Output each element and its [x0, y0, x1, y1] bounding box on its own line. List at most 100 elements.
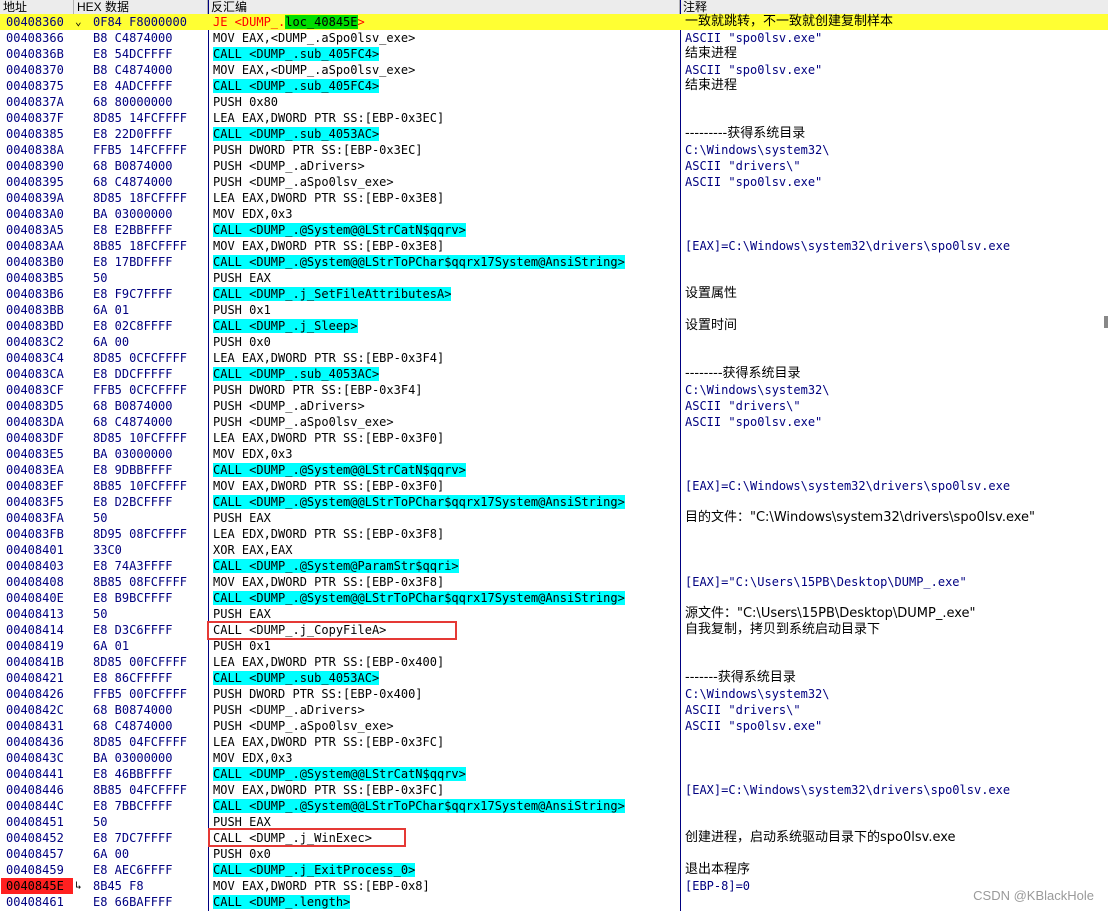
disasm-row[interactable]: 004083C2 6A 00 PUSH 0x0: [0, 334, 1108, 350]
disasm-row[interactable]: 00408431 68 C4874000 PUSH <DUMP_.aSpo0lsv_…: [0, 718, 1108, 734]
row-comment: C:\Windows\system32\: [685, 687, 830, 701]
disasm-row[interactable]: 00408451 50 PUSH EAX: [0, 814, 1108, 830]
row-hex-bytes: 8D85 00FCFFFF: [93, 655, 187, 669]
instruction-segment[interactable]: CALL <DUMP_.@System@@LStrCatN$qqrv>: [213, 223, 466, 237]
disasm-row[interactable]: 004083FA 50 PUSH EAX 目的文件："C:\Windows\syste…: [0, 510, 1108, 526]
disasm-row[interactable]: 004083CA E8 DDCFFFFF CALL <DUMP_.sub_4053A…: [0, 366, 1108, 382]
disasm-row[interactable]: 00408390 68 B0874000 PUSH <DUMP_.aDrivers>…: [0, 158, 1108, 174]
row-hex-bytes: E8 54DCFFFF: [93, 47, 173, 61]
column-header-disassembly[interactable]: 反汇编: [208, 0, 680, 14]
instruction-segment[interactable]: CALL <DUMP_.sub_4053AC>: [213, 367, 380, 381]
instruction-segment: PUSH EAX: [213, 607, 271, 621]
disasm-row[interactable]: 0040838A FFB5 14FCFFFF PUSH DWORD PTR SS:[…: [0, 142, 1108, 158]
instruction-segment: PUSH 0x1: [213, 303, 271, 317]
disasm-row[interactable]: 00408414 E8 D3C6FFFF CALL <DUMP_.j_CopyFil…: [0, 622, 1108, 638]
disasm-row[interactable]: 00408436 8D85 04FCFFFF LEA EAX,DWORD PTR S…: [0, 734, 1108, 750]
disasm-row[interactable]: 004083BD E8 02C8FFFF CALL <DUMP_.j_Sleep> 设…: [0, 318, 1108, 334]
disasm-row[interactable]: 004083BB 6A 01 PUSH 0x1: [0, 302, 1108, 318]
disasm-row[interactable]: 004083B0 E8 17BDFFFF CALL <DUMP_.@System@@…: [0, 254, 1108, 270]
disasm-row[interactable]: 00408461 E8 66BAFFFF CALL <DUMP_.length>: [0, 894, 1108, 910]
disasm-row[interactable]: 00408452 E8 7DC7FFFF CALL <DUMP_.j_WinExec…: [0, 830, 1108, 846]
disasm-row[interactable]: 00408401 33C0 XOR EAX,EAX: [0, 542, 1108, 558]
disasm-row[interactable]: 00408360 ⌄ 0F84 F8000000 JE <DUMP_.loc_4084…: [0, 14, 1108, 30]
disasm-row[interactable]: 0040837A 68 80000000 PUSH 0x80: [0, 94, 1108, 110]
disasm-row[interactable]: 004083F5 E8 D2BCFFFF CALL <DUMP_.@System@@…: [0, 494, 1108, 510]
row-address: 004083FB: [6, 527, 64, 541]
disasm-row[interactable]: 00408459 E8 AEC6FFFF CALL <DUMP_.j_ExitPro…: [0, 862, 1108, 878]
instruction-segment[interactable]: CALL <DUMP_.j_ExitProcess_0>: [213, 863, 416, 877]
row-hex-bytes: 8B85 10FCFFFF: [93, 479, 187, 493]
row-comment: 一致就跳转，不一致就创建复制样本: [685, 14, 894, 29]
column-header-hex[interactable]: HEX 数据: [74, 0, 208, 14]
row-address: 00408446: [6, 783, 64, 797]
row-hex-bytes: 50: [93, 271, 108, 285]
instruction-segment[interactable]: CALL <DUMP_.@System@ParamStr$qqri>: [213, 559, 459, 573]
row-comment: 退出本程序: [685, 862, 751, 877]
disasm-row[interactable]: 0040844C E8 7BBCFFFF CALL <DUMP_.@System@@…: [0, 798, 1108, 814]
scrollbar-thumb[interactable]: [1104, 316, 1108, 328]
disasm-row[interactable]: 0040840E E8 B9BCFFFF CALL <DUMP_.@System@@…: [0, 590, 1108, 606]
disasm-row[interactable]: 00408408 8B85 08FCFFFF MOV EAX,DWORD PTR S…: [0, 574, 1108, 590]
disasm-row[interactable]: 00408446 8B85 04FCFFFF MOV EAX,DWORD PTR S…: [0, 782, 1108, 798]
instruction-segment[interactable]: CALL <DUMP_.length>: [213, 895, 351, 909]
row-instruction: JE <DUMP_.loc_40845E>: [213, 14, 681, 30]
disasm-row[interactable]: 0040842C 68 B0874000 PUSH <DUMP_.aDrivers>…: [0, 702, 1108, 718]
disasm-row[interactable]: 00408375 E8 4ADCFFFF CALL <DUMP_.sub_405FC…: [0, 78, 1108, 94]
disasm-row[interactable]: 004083FB 8D95 08FCFFFF LEA EDX,DWORD PTR S…: [0, 526, 1108, 542]
row-address: 004083AA: [6, 239, 64, 253]
instruction-segment: LEA EAX,DWORD PTR SS:[EBP-0x3EC]: [213, 111, 445, 125]
disasm-row[interactable]: 004083A5 E8 E2BBFFFF CALL <DUMP_.@System@@…: [0, 222, 1108, 238]
disasm-row[interactable]: 004083EA E8 9DBBFFFF CALL <DUMP_.@System@@…: [0, 462, 1108, 478]
disasm-row[interactable]: 00408421 E8 86CFFFFF CALL <DUMP_.sub_4053A…: [0, 670, 1108, 686]
disasm-row[interactable]: 004083AA 8B85 18FCFFFF MOV EAX,DWORD PTR S…: [0, 238, 1108, 254]
disasm-row[interactable]: 004083A0 BA 03000000 MOV EDX,0x3: [0, 206, 1108, 222]
disasm-row[interactable]: 0040836B E8 54DCFFFF CALL <DUMP_.sub_405FC…: [0, 46, 1108, 62]
row-instruction: CALL <DUMP_.sub_405FC4>: [213, 46, 681, 62]
disasm-row[interactable]: 004083CF FFB5 0CFCFFFF PUSH DWORD PTR SS:[…: [0, 382, 1108, 398]
disasm-row[interactable]: 004083E5 BA 03000000 MOV EDX,0x3: [0, 446, 1108, 462]
instruction-segment[interactable]: CALL <DUMP_.@System@@LStrToPChar$qqrx17S…: [213, 799, 625, 813]
disasm-row[interactable]: 004083C4 8D85 0CFCFFFF LEA EAX,DWORD PTR S…: [0, 350, 1108, 366]
disasm-row[interactable]: 00408426 FFB5 00FCFFFF PUSH DWORD PTR SS:[…: [0, 686, 1108, 702]
disasm-row[interactable]: 004083DF 8D85 10FCFFFF LEA EAX,DWORD PTR S…: [0, 430, 1108, 446]
instruction-segment[interactable]: CALL <DUMP_.j_Sleep>: [213, 319, 358, 333]
instruction-segment[interactable]: CALL <DUMP_.@System@@LStrToPChar$qqrx17S…: [213, 495, 625, 509]
disasm-row[interactable]: 00408403 E8 74A3FFFF CALL <DUMP_.@System@P…: [0, 558, 1108, 574]
disasm-row[interactable]: 00408395 68 C4874000 PUSH <DUMP_.aSpo0lsv_…: [0, 174, 1108, 190]
instruction-segment[interactable]: CALL <DUMP_.j_SetFileAttributesA>: [213, 287, 452, 301]
disasm-row[interactable]: 004083DA 68 C4874000 PUSH <DUMP_.aSpo0lsv_…: [0, 414, 1108, 430]
instruction-segment[interactable]: CALL <DUMP_.sub_4053AC>: [213, 127, 380, 141]
instruction-segment[interactable]: CALL <DUMP_.@System@@LStrCatN$qqrv>: [213, 463, 466, 477]
disasm-row[interactable]: 004083B6 E8 F9C7FFFF CALL <DUMP_.j_SetFile…: [0, 286, 1108, 302]
disasm-row[interactable]: 0040843C BA 03000000 MOV EDX,0x3: [0, 750, 1108, 766]
disasm-row[interactable]: 0040837F 8D85 14FCFFFF LEA EAX,DWORD PTR S…: [0, 110, 1108, 126]
disasm-row[interactable]: 00408366 B8 C4874000 MOV EAX,<DUMP_.aSpo0l…: [0, 30, 1108, 46]
disasm-row[interactable]: 0040839A 8D85 18FCFFFF LEA EAX,DWORD PTR S…: [0, 190, 1108, 206]
disasm-row[interactable]: 0040845E ↳ 8B45 F8 MOV EAX,DWORD PTR SS:[EB…: [0, 878, 1108, 894]
row-instruction: PUSH 0x0: [213, 846, 681, 862]
disasm-row[interactable]: 00408385 E8 22D0FFFF CALL <DUMP_.sub_4053A…: [0, 126, 1108, 142]
disasm-row[interactable]: 004083EF 8B85 10FCFFFF MOV EAX,DWORD PTR S…: [0, 478, 1108, 494]
instruction-segment[interactable]: CALL <DUMP_.@System@@LStrCatN$qqrv>: [213, 767, 466, 781]
instruction-segment: MOV EAX,DWORD PTR SS:[EBP-0x3F0]: [213, 479, 445, 493]
disasm-row[interactable]: 004083D5 68 B0874000 PUSH <DUMP_.aDrivers>…: [0, 398, 1108, 414]
instruction-segment[interactable]: CALL <DUMP_.sub_405FC4>: [213, 79, 380, 93]
instruction-segment[interactable]: CALL <DUMP_.sub_405FC4>: [213, 47, 380, 61]
row-hex-bytes: 68 80000000: [93, 95, 173, 109]
disasm-row[interactable]: 0040841B 8D85 00FCFFFF LEA EAX,DWORD PTR S…: [0, 654, 1108, 670]
disasm-row[interactable]: 00408413 50 PUSH EAX 源文件："C:\Users\15PB\Des…: [0, 606, 1108, 622]
column-header-address[interactable]: 地址: [0, 0, 74, 14]
instruction-segment[interactable]: CALL <DUMP_.sub_4053AC>: [213, 671, 380, 685]
row-address: 0040843C: [6, 751, 64, 765]
instruction-segment[interactable]: CALL <DUMP_.@System@@LStrToPChar$qqrx17S…: [213, 591, 625, 605]
disasm-row[interactable]: 00408441 E8 46BBFFFF CALL <DUMP_.@System@@…: [0, 766, 1108, 782]
disasm-row[interactable]: 004083B5 50 PUSH EAX: [0, 270, 1108, 286]
disasm-row[interactable]: 00408370 B8 C4874000 MOV EAX,<DUMP_.aSpo0l…: [0, 62, 1108, 78]
row-instruction: PUSH <DUMP_.aDrivers>: [213, 398, 681, 414]
disasm-row[interactable]: 00408457 6A 00 PUSH 0x0: [0, 846, 1108, 862]
column-header-comment[interactable]: 注释: [680, 0, 1108, 14]
disasm-row[interactable]: 00408419 6A 01 PUSH 0x1: [0, 638, 1108, 654]
row-comment: ASCII "spo0lsv.exe": [685, 719, 823, 733]
instruction-segment[interactable]: CALL <DUMP_.@System@@LStrToPChar$qqrx17S…: [213, 255, 625, 269]
row-comment: C:\Windows\system32\: [685, 383, 830, 397]
